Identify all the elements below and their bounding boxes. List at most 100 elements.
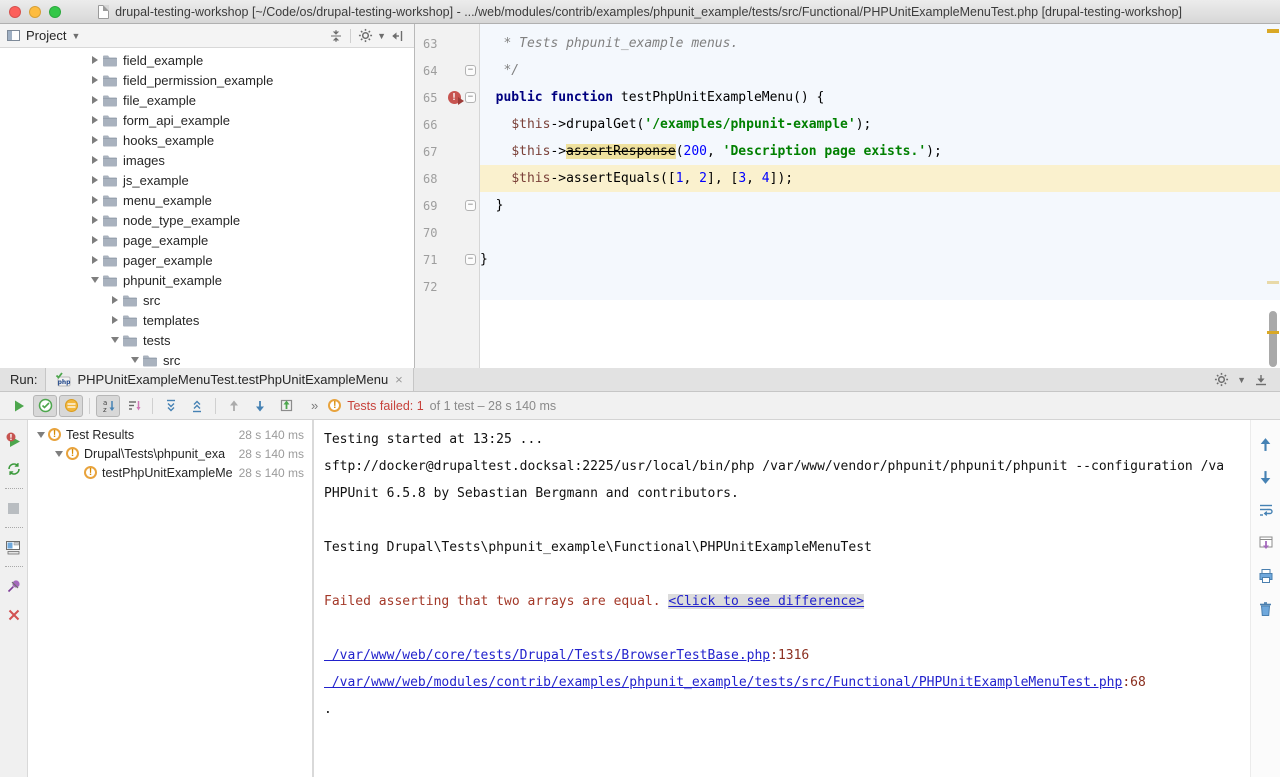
editor-line[interactable]: public function testPhpUnitExampleMenu()…: [480, 84, 1280, 111]
fold-marker[interactable]: −: [465, 254, 476, 265]
chevron-right-icon[interactable]: [88, 216, 102, 224]
close-tab-icon[interactable]: ×: [394, 372, 404, 387]
chevron-right-icon[interactable]: [88, 256, 102, 264]
editor-line[interactable]: }: [480, 192, 1280, 219]
pin-tab-icon[interactable]: [4, 576, 24, 596]
close-icon[interactable]: [4, 605, 24, 625]
project-tree-item[interactable]: src: [0, 350, 414, 368]
chevron-down-icon[interactable]: [108, 337, 122, 343]
sort-by-duration-icon[interactable]: [122, 395, 146, 417]
scrollbar-thumb[interactable]: [1269, 311, 1277, 367]
project-tree-item[interactable]: node_type_example: [0, 210, 414, 230]
fold-marker[interactable]: −: [465, 65, 476, 76]
console-output[interactable]: Testing started at 13:25 ...sftp://docke…: [314, 420, 1250, 777]
chevron-right-icon[interactable]: [88, 236, 102, 244]
rerun-button[interactable]: [7, 395, 31, 417]
project-tree-item[interactable]: phpunit_example: [0, 270, 414, 290]
chevron-right-icon[interactable]: [88, 76, 102, 84]
console-link[interactable]: /var/www/web/modules/contrib/examples/ph…: [324, 675, 1122, 690]
chevron-down-icon[interactable]: [52, 451, 66, 457]
show-ignored-icon[interactable]: [59, 395, 83, 417]
chevron-right-icon[interactable]: [88, 56, 102, 64]
close-window-icon[interactable]: [9, 6, 21, 18]
prev-occurrence-icon[interactable]: [1256, 434, 1276, 454]
fold-marker-icon[interactable]: −: [463, 92, 478, 103]
soft-wrap-icon[interactable]: [1256, 500, 1276, 520]
code-editor[interactable]: 6364−65!−66676869−7071−72 * Tests phpuni…: [415, 24, 1280, 368]
project-tree-item[interactable]: field_example: [0, 50, 414, 70]
editor-line[interactable]: [480, 273, 1280, 300]
chevron-right-icon[interactable]: [88, 136, 102, 144]
console-link[interactable]: <Click to see difference>: [668, 594, 864, 609]
editor-line[interactable]: }: [480, 246, 1280, 273]
scroll-to-end-icon[interactable]: [1256, 533, 1276, 553]
project-panel-title[interactable]: Project: [26, 28, 66, 43]
next-failed-test-icon[interactable]: [248, 395, 272, 417]
project-tree-item[interactable]: images: [0, 150, 414, 170]
run-tab[interactable]: php PHPUnitExampleMenuTest.testPhpUnitEx…: [45, 368, 413, 391]
chevron-down-icon[interactable]: [34, 432, 48, 438]
previous-failed-test-icon[interactable]: [222, 395, 246, 417]
chevron-right-icon[interactable]: [88, 96, 102, 104]
error-stripe-mark-caret[interactable]: [1267, 281, 1279, 284]
project-tree-item[interactable]: pager_example: [0, 250, 414, 270]
test-tree-item[interactable]: !Drupal\Tests\phpunit_exa28 s 140 ms: [28, 444, 312, 463]
sort-alphabetically-icon[interactable]: az: [96, 395, 120, 417]
minimize-window-icon[interactable]: [29, 6, 41, 18]
show-passed-icon[interactable]: [33, 395, 57, 417]
chevron-down-icon[interactable]: [128, 357, 142, 363]
chevron-right-icon[interactable]: [88, 156, 102, 164]
project-tree-item[interactable]: file_example: [0, 90, 414, 110]
project-tree-item[interactable]: hooks_example: [0, 130, 414, 150]
expand-all-icon[interactable]: [159, 395, 183, 417]
import-test-results-icon[interactable]: [274, 395, 298, 417]
chevron-down-icon[interactable]: ▼: [71, 31, 80, 41]
editor-line[interactable]: $this->drupalGet('/examples/phpunit-exam…: [480, 111, 1280, 138]
toolbar-overflow-chevron[interactable]: »: [311, 398, 318, 413]
error-stripe-mark-warning[interactable]: [1267, 29, 1279, 33]
chevron-down-icon[interactable]: [88, 277, 102, 283]
editor-line[interactable]: [480, 219, 1280, 246]
project-tree-item[interactable]: page_example: [0, 230, 414, 250]
hide-toolwindow-icon[interactable]: [1254, 373, 1268, 387]
console-link[interactable]: /var/www/web/core/tests/Drupal/Tests/Bro…: [324, 648, 770, 663]
next-occurrence-icon[interactable]: [1256, 467, 1276, 487]
chevron-right-icon[interactable]: [108, 316, 122, 324]
project-tree-item[interactable]: menu_example: [0, 190, 414, 210]
chevron-right-icon[interactable]: [88, 116, 102, 124]
project-tree-item[interactable]: field_permission_example: [0, 70, 414, 90]
error-stripe-mark-warning2[interactable]: [1267, 331, 1279, 334]
chevron-right-icon[interactable]: [88, 176, 102, 184]
scroll-from-source-icon[interactable]: [325, 26, 347, 46]
editor-line[interactable]: * Tests phpunit_example menus.: [480, 30, 1280, 57]
editor-line[interactable]: */: [480, 57, 1280, 84]
restore-layout-icon[interactable]: [4, 537, 24, 557]
project-tree-item[interactable]: js_example: [0, 170, 414, 190]
project-tree-item[interactable]: tests: [0, 330, 414, 350]
editor-line[interactable]: $this->assertEquals([1, 2], [3, 4]);: [480, 165, 1280, 192]
collapse-all-icon[interactable]: [185, 395, 209, 417]
rerun-failed-test-gutter-icon[interactable]: !: [445, 91, 463, 104]
fold-marker-icon[interactable]: −: [463, 200, 478, 211]
test-tree-item[interactable]: !Test Results28 s 140 ms: [28, 425, 312, 444]
chevron-right-icon[interactable]: [108, 296, 122, 304]
failed-test-badge[interactable]: !: [448, 91, 461, 104]
project-tree-item[interactable]: templates: [0, 310, 414, 330]
project-tree-item[interactable]: src: [0, 290, 414, 310]
gear-icon[interactable]: [1214, 372, 1229, 387]
clear-all-icon[interactable]: [1256, 599, 1276, 619]
zoom-window-icon[interactable]: [49, 6, 61, 18]
project-tree-item[interactable]: form_api_example: [0, 110, 414, 130]
print-icon[interactable]: [1256, 566, 1276, 586]
editor-line[interactable]: $this->assertResponse(200, 'Description …: [480, 138, 1280, 165]
hide-panel-icon[interactable]: [386, 26, 408, 46]
gear-icon[interactable]: [354, 26, 376, 46]
fold-marker-icon[interactable]: −: [463, 65, 478, 76]
fold-marker-icon[interactable]: −: [463, 254, 478, 265]
chevron-right-icon[interactable]: [88, 196, 102, 204]
test-tree-item[interactable]: !testPhpUnitExampleMe28 s 140 ms: [28, 463, 312, 482]
stop-icon[interactable]: [4, 498, 24, 518]
fold-marker[interactable]: −: [465, 200, 476, 211]
rerun-icon[interactable]: [4, 459, 24, 479]
rerun-failed-tests-icon[interactable]: !: [4, 430, 24, 450]
